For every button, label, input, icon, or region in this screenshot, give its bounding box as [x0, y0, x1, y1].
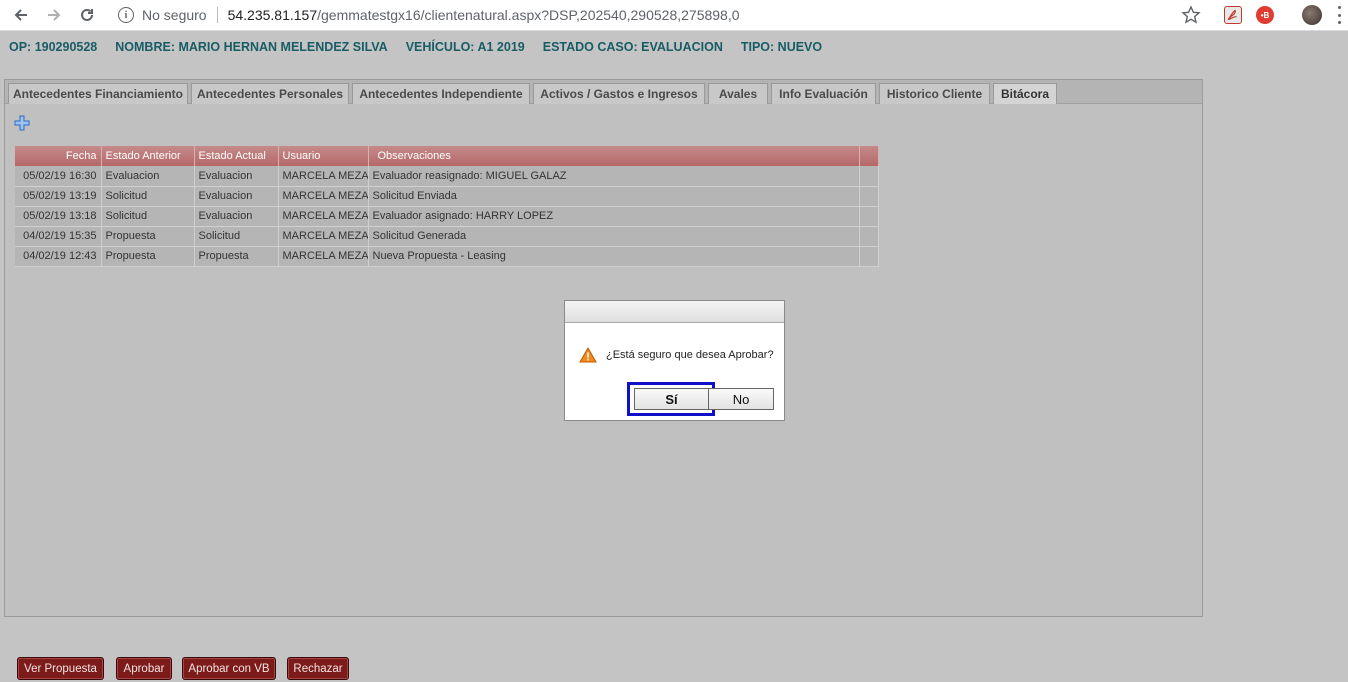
aprobar-button[interactable]: Aprobar — [116, 657, 172, 680]
tab-antecedentes-independiente[interactable]: Antecedentes Independiente — [352, 83, 530, 104]
cell-estado-actual: Evaluacion — [194, 206, 279, 227]
rechazar-button[interactable]: Rechazar — [287, 657, 349, 680]
cell-extra — [859, 186, 879, 207]
column-header-fecha[interactable]: Fecha — [15, 146, 102, 166]
info-icon[interactable]: i — [118, 7, 134, 23]
column-header-usuario[interactable]: Usuario — [278, 146, 369, 166]
cell-extra — [859, 226, 879, 247]
confirm-dialog: ¿Está seguro que desea Aprobar? Sí No — [564, 300, 785, 421]
pdf-extension-icon[interactable] — [1224, 6, 1242, 24]
cell-fecha: 05/02/19 13:19 — [15, 186, 102, 207]
cell-observaciones: Solicitud Generada — [368, 226, 860, 247]
grid-header-row: Fecha Estado Anterior Estado Actual Usua… — [15, 146, 879, 166]
back-arrow-icon[interactable] — [9, 4, 33, 26]
url-path: /gemmatestgx16/clientenatural.aspx?DSP,2… — [317, 7, 740, 23]
dialog-message: ¿Está seguro que desea Aprobar? — [606, 349, 774, 361]
cell-extra — [859, 206, 879, 227]
address-bar[interactable]: i No seguro 54.235.81.157 /gemmatestgx16… — [108, 2, 1208, 28]
dialog-message-row: ¿Está seguro que desea Aprobar? — [579, 347, 774, 363]
ver-propuesta-button[interactable]: Ver Propuesta — [17, 657, 104, 680]
column-header-observaciones[interactable]: Observaciones — [368, 146, 860, 166]
cell-estado-anterior: Propuesta — [101, 226, 195, 247]
column-header-estado-anterior[interactable]: Estado Anterior — [101, 146, 195, 166]
table-row[interactable]: 04/02/19 12:43 Propuesta Propuesta MARCE… — [15, 246, 879, 267]
aprobar-con-vb-button[interactable]: Aprobar con VB — [182, 657, 276, 680]
star-icon[interactable] — [1181, 5, 1201, 25]
cell-usuario: MARCELA MEZA — [278, 186, 369, 207]
cell-usuario: MARCELA MEZA — [278, 226, 369, 247]
cell-estado-actual: Evaluacion — [194, 186, 279, 207]
cell-fecha: 05/02/19 13:18 — [15, 206, 102, 227]
tab-avales[interactable]: Avales — [708, 83, 768, 104]
cell-estado-anterior: Solicitud — [101, 206, 195, 227]
op-number: OP: 190290528 — [9, 40, 98, 54]
table-row[interactable]: 05/02/19 16:30 Evaluacion Evaluacion MAR… — [15, 166, 879, 187]
vehicle-info: VEHÍCULO: A1 2019 — [405, 40, 525, 54]
case-type: TIPO: NUEVO — [740, 40, 823, 54]
table-row[interactable]: 05/02/19 13:18 Solicitud Evaluacion MARC… — [15, 206, 879, 227]
cell-estado-anterior: Propuesta — [101, 246, 195, 267]
yes-button-focus-ring: Sí — [627, 382, 715, 416]
cell-extra — [859, 246, 879, 267]
tab-info-evaluacion[interactable]: Info Evaluación — [771, 83, 876, 104]
cell-observaciones: Evaluador reasignado: MIGUEL GALAZ — [368, 166, 860, 187]
b-extension-icon[interactable]: •B — [1256, 6, 1274, 24]
tab-activos-gastos-ingresos[interactable]: Activos / Gastos e Ingresos — [533, 83, 705, 104]
add-plus-icon[interactable] — [14, 115, 30, 131]
cell-observaciones: Evaluador asignado: HARRY LOPEZ — [368, 206, 860, 227]
browser-toolbar: i No seguro 54.235.81.157 /gemmatestgx16… — [0, 0, 1348, 31]
cell-usuario: MARCELA MEZA — [278, 166, 369, 187]
bitacora-grid: Fecha Estado Anterior Estado Actual Usua… — [15, 146, 879, 267]
cell-estado-actual: Propuesta — [194, 246, 279, 267]
cell-estado-actual: Evaluacion — [194, 166, 279, 187]
address-separator — [216, 7, 218, 23]
cell-observaciones: Nueva Propuesta - Leasing — [368, 246, 860, 267]
dialog-title-bar[interactable] — [565, 301, 784, 323]
menu-dots-icon[interactable] — [1336, 6, 1342, 24]
cell-usuario: MARCELA MEZA — [278, 246, 369, 267]
no-button[interactable]: No — [708, 388, 774, 410]
tab-antecedentes-financiamiento[interactable]: Antecedentes Financiamiento — [8, 83, 188, 104]
table-row[interactable]: 04/02/19 15:35 Propuesta Solicitud MARCE… — [15, 226, 879, 247]
forward-arrow-icon[interactable] — [42, 4, 66, 26]
url-host: 54.235.81.157 — [227, 7, 318, 23]
cell-estado-anterior: Solicitud — [101, 186, 195, 207]
yes-button[interactable]: Sí — [634, 388, 709, 410]
cell-fecha: 04/02/19 15:35 — [15, 226, 102, 247]
reload-icon[interactable] — [75, 4, 99, 26]
client-name: NOMBRE: MARIO HERNAN MELENDEZ SILVA — [115, 40, 388, 54]
column-header-extra — [859, 146, 879, 166]
cell-extra — [859, 166, 879, 187]
cell-observaciones: Solicitud Enviada — [368, 186, 860, 207]
profile-avatar[interactable] — [1302, 5, 1322, 25]
cell-estado-actual: Solicitud — [194, 226, 279, 247]
tab-historico-cliente[interactable]: Historico Cliente — [879, 83, 990, 104]
column-header-estado-actual[interactable]: Estado Actual — [194, 146, 279, 166]
case-info-bar: OP: 190290528 NOMBRE: MARIO HERNAN MELEN… — [9, 40, 822, 54]
tab-strip: Antecedentes Financiamiento Antecedentes… — [5, 80, 1202, 104]
cell-fecha: 05/02/19 16:30 — [15, 166, 102, 187]
tab-antecedentes-personales[interactable]: Antecedentes Personales — [191, 83, 349, 104]
table-row[interactable]: 05/02/19 13:19 Solicitud Evaluacion MARC… — [15, 186, 879, 207]
tab-bitacora[interactable]: Bitácora — [993, 83, 1057, 104]
cell-estado-anterior: Evaluacion — [101, 166, 195, 187]
security-label: No seguro — [142, 7, 207, 23]
cell-fecha: 04/02/19 12:43 — [15, 246, 102, 267]
cell-usuario: MARCELA MEZA — [278, 206, 369, 227]
warning-icon — [579, 347, 597, 363]
case-status: ESTADO CASO: EVALUACION — [542, 40, 723, 54]
